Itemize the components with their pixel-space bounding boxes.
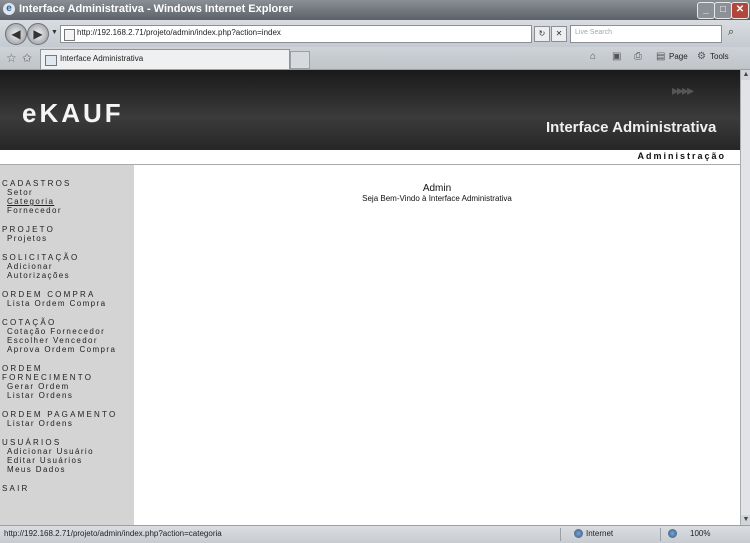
window-title: Interface Administrativa - Windows Inter… <box>19 3 293 15</box>
menu-item[interactable]: Listar Ordens <box>0 391 134 400</box>
refresh-button[interactable]: ↻ <box>534 26 550 42</box>
menu-item[interactable]: Editar Usuários <box>0 456 134 465</box>
status-bar: http://192.168.2.71/projeto/admin/index.… <box>0 525 750 543</box>
menu-item[interactable]: Meus Dados <box>0 465 134 474</box>
scroll-up-icon[interactable]: ▲ <box>741 70 750 80</box>
tools-menu[interactable]: Tools <box>710 52 729 61</box>
menu-heading[interactable]: SAIR <box>0 484 134 493</box>
menu-item[interactable]: Fornecedor <box>0 206 134 215</box>
menu-heading: ORDEM FORNECIMENTO <box>2 364 94 382</box>
menu-item[interactable]: Listar Ordens <box>0 419 134 428</box>
stop-button[interactable]: ✕ <box>551 26 567 42</box>
menu-heading: COTAÇÃO <box>2 318 57 327</box>
menu-item[interactable]: Adicionar <box>0 262 134 271</box>
header-decoration: ▸▸▸▸ <box>672 82 694 98</box>
sidebar-menu: CADASTROS Setor Categoria Fornecedor PROJETO… <box>0 179 134 493</box>
tab-interface-administrativa[interactable]: Interface Administrativa <box>40 49 290 69</box>
zoom-level[interactable]: 100% <box>690 529 710 538</box>
tab-favicon-icon <box>45 55 57 66</box>
menu-item[interactable]: Adicionar Usuário <box>0 447 134 456</box>
security-zone: Internet <box>586 529 614 538</box>
main-content: Admin Seja Bem-Vindo à Interface Adminis… <box>134 165 740 525</box>
menu-item[interactable]: Lista Ordem Compra <box>0 299 134 308</box>
new-tab-button[interactable] <box>290 51 310 69</box>
ie-logo-icon: e <box>3 3 15 15</box>
address-url: http://192.168.2.71/projeto/admin/index.… <box>77 28 281 37</box>
menu-heading: SOLICITAÇÃO <box>2 253 80 262</box>
close-button[interactable]: ✕ <box>731 2 749 19</box>
header-title: Interface Administrativa <box>546 119 717 136</box>
menu-item[interactable]: Categoria <box>0 197 134 206</box>
menu-item[interactable]: Cotação Fornecedor <box>0 327 134 336</box>
subheader-label: Administração <box>637 151 726 161</box>
tools-gear-icon[interactable]: ⚙ <box>697 51 706 62</box>
menu-heading: CADASTROS <box>2 179 72 188</box>
menu-item[interactable]: Escolher Vencedor <box>0 336 134 345</box>
minimize-button[interactable]: _ <box>697 2 715 19</box>
forward-button[interactable]: ▶ <box>27 23 49 45</box>
page-icon <box>64 29 75 41</box>
protected-mode-icon <box>668 529 677 538</box>
search-placeholder: Live Search <box>575 29 612 36</box>
site-header: eKAUF ▸▸▸▸ Interface Administrativa <box>0 70 740 150</box>
menu-item[interactable]: Setor <box>0 188 134 197</box>
favorites-star-icon[interactable]: ☆ <box>6 51 17 65</box>
status-text: http://192.168.2.71/projeto/admin/index.… <box>4 529 222 538</box>
search-icon[interactable]: ⌕ <box>728 26 734 39</box>
menu-item[interactable]: Projetos <box>0 234 134 243</box>
print-icon[interactable]: ⎙ <box>634 51 642 62</box>
history-dropdown-icon[interactable]: ▼ <box>51 29 58 36</box>
address-bar-row: ◀ ▶ ▼ http://192.168.2.71/projeto/admin/… <box>0 20 750 47</box>
home-icon[interactable]: ⌂ <box>590 51 596 62</box>
page-icon[interactable]: ▤ <box>656 51 665 62</box>
menu-heading: ORDEM PAGAMENTO <box>2 410 118 419</box>
maximize-button[interactable]: □ <box>714 2 732 19</box>
menu-heading: PROJETO <box>2 225 56 234</box>
tab-label: Interface Administrativa <box>60 54 144 63</box>
site-logo[interactable]: eKAUF <box>22 98 124 129</box>
menu-heading: ORDEM COMPRA <box>2 290 96 299</box>
vertical-scrollbar[interactable]: ▲ ▼ <box>740 70 750 525</box>
menu-item[interactable]: Aprova Ordem Compra <box>0 345 134 354</box>
back-button[interactable]: ◀ <box>5 23 27 45</box>
menu-heading: USUÁRIOS <box>2 438 62 447</box>
welcome-title: Admin <box>422 183 452 194</box>
menu-item[interactable]: Gerar Ordem <box>0 382 134 391</box>
status-divider <box>560 528 561 541</box>
status-divider <box>660 528 661 541</box>
page-menu[interactable]: Page <box>669 52 688 61</box>
internet-zone-icon <box>574 529 583 538</box>
welcome-text: Seja Bem-Vindo à Interface Administrativ… <box>362 194 512 203</box>
subheader: Administração <box>0 150 740 165</box>
menu-item[interactable]: Autorizações <box>0 271 134 280</box>
page-viewport: eKAUF ▸▸▸▸ Interface Administrativa Admi… <box>0 70 740 525</box>
sidebar: CADASTROS Setor Categoria Fornecedor PROJETO… <box>0 165 134 525</box>
scroll-down-icon[interactable]: ▼ <box>741 515 750 525</box>
title-bar: e Interface Administrativa - Windows Int… <box>0 0 750 20</box>
feeds-icon[interactable]: ▣ <box>612 51 621 62</box>
tab-bar: ☆ ✩ Interface Administrativa ⌂ ▣ ⎙ ▤ Pag… <box>0 47 750 70</box>
add-favorites-icon[interactable]: ✩ <box>22 51 32 65</box>
search-input[interactable]: Live Search <box>570 25 722 43</box>
address-field[interactable]: http://192.168.2.71/projeto/admin/index.… <box>60 25 532 43</box>
